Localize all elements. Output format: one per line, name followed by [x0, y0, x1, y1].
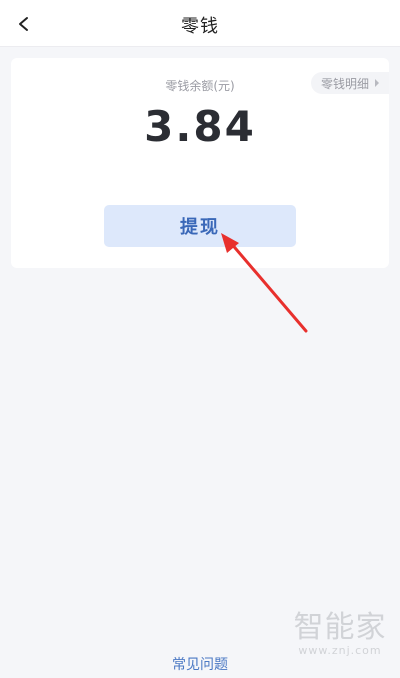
watermark-brand: 智能家: [293, 610, 387, 645]
change-detail-link[interactable]: 零钱明细: [310, 72, 389, 94]
faq-link[interactable]: 常见问题: [0, 654, 400, 674]
balance-amount: 3.84: [144, 102, 256, 151]
withdraw-button[interactable]: 提现: [104, 205, 296, 247]
top-nav-bar: 零钱: [0, 0, 400, 47]
watermark-logo: 智能家 www.znj.com: [290, 610, 390, 658]
change-detail-label: 零钱明细: [320, 76, 369, 91]
page-title: 零钱: [181, 16, 219, 37]
watermark-url: www.znj.com: [298, 644, 382, 657]
triangle-right-icon: [375, 79, 379, 87]
balance-card: 零钱余额(元) 零钱明细 3.84 提现: [11, 58, 389, 268]
